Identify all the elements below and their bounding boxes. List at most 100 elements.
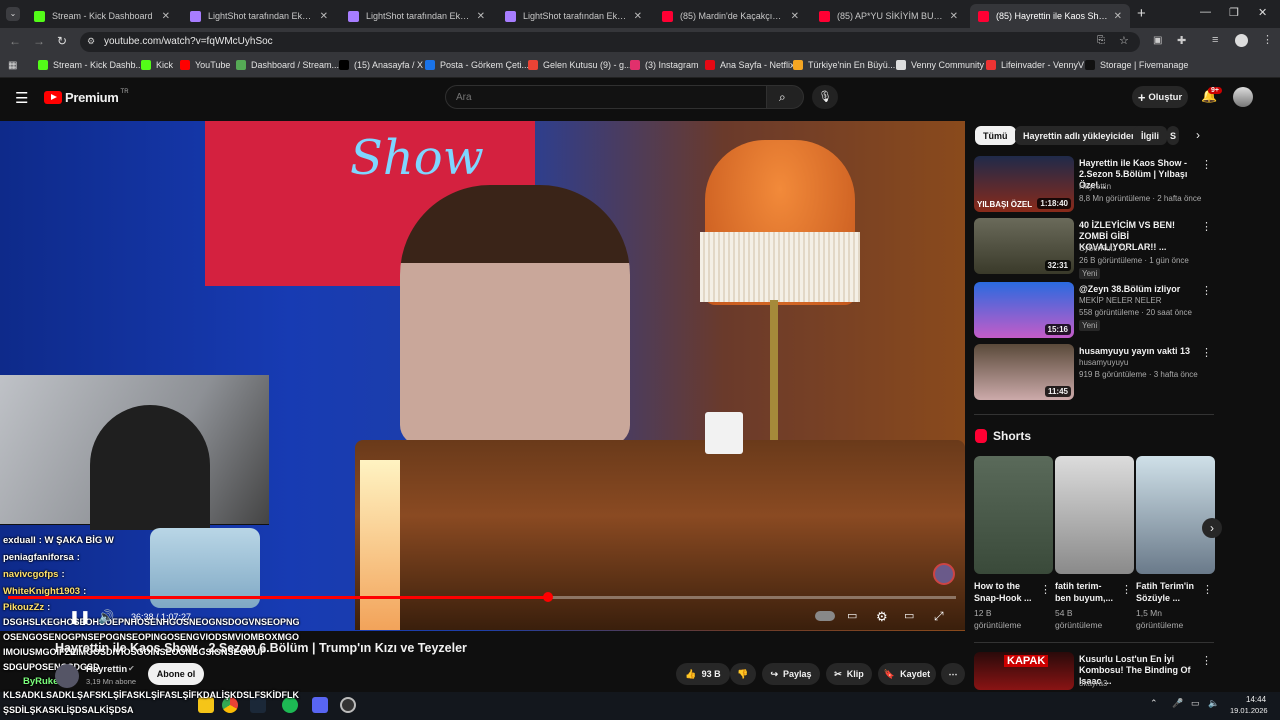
short-title[interactable]: fatih terim- ben buyum,... (1055, 580, 1117, 604)
browser-tab[interactable]: LightShot tarafından Ekran Gör ✕ (340, 4, 493, 28)
dislike-button[interactable]: 👎 (730, 663, 756, 685)
autoplay-toggle[interactable] (815, 611, 835, 621)
taskbar-obs-icon[interactable] (340, 697, 356, 713)
bookmark-item[interactable]: (15) Anasayfa / X (339, 60, 423, 70)
short-thumbnail[interactable] (974, 456, 1053, 574)
tab-close-icon[interactable]: ✕ (477, 11, 485, 22)
short-thumbnail[interactable] (1055, 456, 1134, 574)
bookmark-item[interactable]: Storage | Fivemanage (1085, 60, 1188, 70)
more-icon[interactable]: ⋮ (1201, 158, 1212, 171)
tray-display-icon[interactable]: ▭ (1191, 698, 1200, 709)
share-button[interactable]: ↪ Paylaş (762, 663, 820, 685)
media-icon[interactable]: ≡ (1212, 34, 1218, 46)
recommendation-item[interactable]: 15:16 @Zeyn 38.Bölüm izliyor MEKİP NELER N… (974, 282, 1214, 340)
back-icon[interactable]: ← (9, 34, 21, 48)
more-icon[interactable]: ⋮ (1201, 654, 1212, 667)
youtube-logo[interactable]: Premium TR (44, 89, 129, 105)
bookmark-item[interactable]: Kick (141, 60, 173, 70)
more-icon[interactable]: ⋮ (1202, 583, 1213, 596)
fullscreen-icon[interactable]: ⤢ (934, 609, 944, 624)
volume-icon[interactable]: 🔊 (98, 609, 114, 625)
account-avatar[interactable] (1233, 87, 1253, 107)
bookmark-item[interactable]: Posta - Görkem Çeti... (425, 60, 529, 70)
recommendation-item[interactable]: 11:45 husamyuyu yayın vakti 13 husamyuyuyu… (974, 344, 1214, 402)
more-icon[interactable]: ⋮ (1201, 220, 1212, 233)
browser-menu-icon[interactable]: ⋮ (1262, 33, 1273, 46)
bookmark-star-icon[interactable]: ☆ (1119, 34, 1129, 47)
settings-gear-icon[interactable]: ⚙ (876, 609, 888, 625)
tab-close-icon[interactable]: ✕ (791, 11, 799, 22)
clock-time[interactable]: 14:44 (1246, 695, 1266, 704)
more-icon[interactable]: ⋮ (1201, 346, 1212, 359)
more-actions-button[interactable]: ⋯ (941, 663, 965, 685)
short-thumbnail[interactable] (1136, 456, 1215, 574)
voice-search-button[interactable]: 🎙 (812, 85, 838, 109)
search-input[interactable] (445, 85, 767, 109)
bookmark-item[interactable]: Türkiye'nin En Büyü... (793, 60, 895, 70)
new-tab-button[interactable]: + (1137, 5, 1146, 22)
short-title[interactable]: How to the Snap-Hook ... (974, 580, 1036, 604)
bookmark-item[interactable]: Lifeinvader - VennyV (986, 60, 1084, 70)
tab-close-icon[interactable]: ✕ (162, 11, 170, 22)
save-button[interactable]: 🔖 Kaydet (878, 663, 936, 685)
browser-tab[interactable]: (85) Mardin'de Kaçakçıdan 3 D ✕ (654, 4, 807, 28)
recommendation-item[interactable]: 32:31 40 İZLEYİCİM VS BEN! ZOMBİ GİBİ KOV… (974, 218, 1214, 279)
bookmark-item[interactable]: Ana Sayfa - Netflix (705, 60, 795, 70)
site-info-icon[interactable]: ⚙ (87, 36, 95, 47)
subscribe-button[interactable]: Abone ol (148, 663, 204, 685)
search-button[interactable]: ⌕ (766, 85, 804, 109)
apps-grid-icon[interactable]: ▦ (8, 60, 17, 71)
puzzle-icon[interactable]: ✚ (1177, 34, 1186, 47)
shorts-next-button[interactable]: › (1202, 518, 1222, 538)
taskbar-discord-icon[interactable] (312, 697, 328, 713)
like-button[interactable]: 👍 93 B (676, 663, 730, 685)
short-title[interactable]: Fatih Terim'in Sözüyle ... (1136, 580, 1198, 604)
filter-chip[interactable]: Hayrettin adlı yükleyiciden (1015, 126, 1145, 145)
minimize-icon[interactable]: — (1200, 6, 1211, 18)
bookmark-item[interactable]: (3) Instagram (630, 60, 699, 70)
filter-chip[interactable]: İlgili (1133, 126, 1167, 145)
chips-next-icon[interactable]: › (1196, 128, 1200, 142)
bookmark-item[interactable]: Venny Community (896, 60, 984, 70)
clock-date[interactable]: 19.01.2026 (1230, 706, 1268, 715)
bookmark-item[interactable]: YouTube (180, 60, 230, 70)
browser-tab[interactable]: Stream - Kick Dashboard ✕ (26, 4, 178, 28)
tab-close-icon[interactable]: ✕ (634, 11, 642, 22)
profile-avatar[interactable] (1235, 34, 1248, 47)
browser-tab[interactable]: LightShot tarafından Ekran Gör ✕ (497, 4, 650, 28)
tab-close-icon[interactable]: ✕ (1114, 11, 1122, 22)
browser-tab[interactable]: LightShot tarafından Ekran Gör ✕ (182, 4, 336, 28)
tray-volume-icon[interactable]: 🔈 (1208, 698, 1219, 709)
extension-icon[interactable]: ▣ (1153, 35, 1162, 46)
subtitles-icon[interactable]: ▭ (847, 609, 857, 622)
forward-icon[interactable]: → (33, 34, 45, 48)
close-window-icon[interactable]: ✕ (1258, 6, 1267, 19)
restore-icon[interactable]: ❐ (1229, 6, 1239, 19)
install-app-icon[interactable]: ⎘ (1097, 35, 1105, 46)
clip-button[interactable]: ✂ Klip (826, 663, 872, 685)
hamburger-menu-icon[interactable]: ☰ (15, 89, 28, 107)
browser-tab[interactable]: (85) AP*YU SİKİYİM BU NASIL S ✕ (811, 4, 966, 28)
tab-search-icon[interactable]: ⌄ (6, 7, 20, 21)
browser-tab[interactable]: (85) Hayrettin ile Kaos Show ✕ (970, 4, 1130, 28)
tray-mic-icon[interactable]: 🎤 (1172, 698, 1183, 709)
recommendation-item[interactable]: KAPAK Kusurlu Lost'un En İyi Kombosu! Th… (974, 652, 1214, 692)
reload-icon[interactable]: ↻ (57, 34, 67, 48)
create-button[interactable]: + Oluştur (1132, 86, 1188, 108)
filter-chip[interactable]: S (1167, 126, 1179, 145)
filter-chip[interactable]: Tümü (975, 126, 1016, 145)
pause-icon[interactable]: ❚❚ (69, 609, 91, 625)
recommendation-item[interactable]: YILBAŞI ÖZEL 1:18:40 Hayrettin ile Kaos Sh… (974, 156, 1214, 214)
bookmark-item[interactable]: Gelen Kutusu (9) - g... (528, 60, 632, 70)
bookmark-item[interactable]: Dashboard / Stream... (236, 60, 339, 70)
more-icon[interactable]: ⋮ (1201, 284, 1212, 297)
theater-mode-icon[interactable]: ▭ (904, 609, 914, 622)
more-icon[interactable]: ⋮ (1121, 583, 1132, 596)
tab-close-icon[interactable]: ✕ (950, 11, 958, 22)
tray-chevron-icon[interactable]: ⌃ (1150, 698, 1158, 709)
channel-name[interactable]: Hayrettin (86, 664, 127, 675)
tab-close-icon[interactable]: ✕ (320, 11, 328, 22)
more-icon[interactable]: ⋮ (1040, 583, 1051, 596)
channel-watermark[interactable] (933, 563, 955, 585)
bookmark-item[interactable]: Stream - Kick Dashb... (38, 60, 143, 70)
